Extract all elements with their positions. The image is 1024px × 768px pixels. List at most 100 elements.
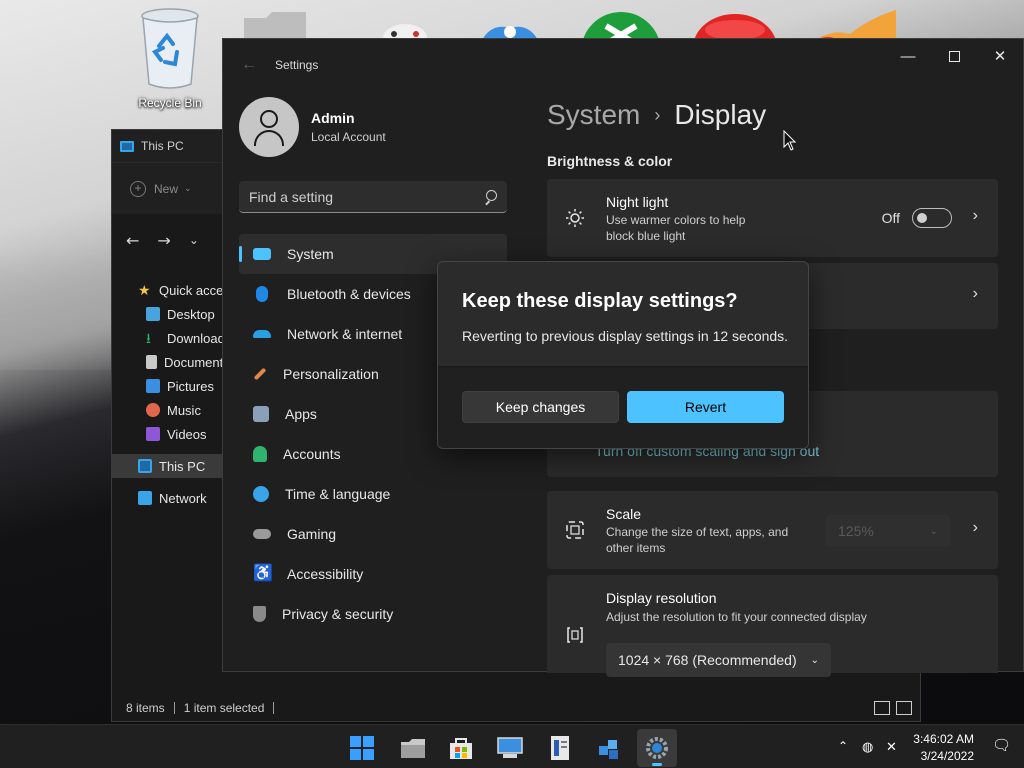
notification-icon[interactable]: 🗨 [992, 736, 1011, 754]
windows-logo-icon [350, 736, 374, 760]
shield-icon [253, 606, 266, 622]
nav-music[interactable]: Music [112, 398, 222, 422]
large-icons-view-icon[interactable] [896, 701, 912, 715]
sidebar-item-privacy[interactable]: Privacy & security [239, 594, 507, 634]
new-button[interactable]: New [154, 182, 178, 196]
scale-card[interactable]: Scale Change the size of text, apps, and… [547, 491, 998, 569]
close-button[interactable]: ✕ [977, 39, 1023, 73]
gear-icon [646, 737, 668, 759]
folder-icon [401, 739, 425, 758]
settings-taskbar-button[interactable] [637, 729, 677, 767]
bluetooth-icon [256, 286, 268, 302]
person-icon [253, 446, 267, 462]
user-name: Admin [311, 110, 355, 126]
status-divider [273, 702, 275, 714]
settings-search-input[interactable] [249, 188, 484, 205]
sidebar-item-accessibility[interactable]: ♿ Accessibility [239, 554, 507, 594]
explorer-status-bar: 8 items 1 item selected [112, 695, 920, 721]
notebook-icon [551, 736, 569, 760]
section-title: Brightness & color [547, 153, 673, 169]
sidebar-item-label: Network & internet [287, 326, 403, 342]
account-type: Local Account [311, 130, 386, 144]
night-light-title: Night light [606, 194, 669, 210]
show-hidden-icons-chevron-icon[interactable]: ⌃ [838, 739, 848, 753]
globe-network-icon[interactable]: ◍ [862, 739, 873, 755]
breadcrumb: System › Display [547, 99, 766, 131]
taskbar-clock[interactable]: 3:46:02 AM 3/24/2022 [913, 731, 974, 765]
back-arrow-icon[interactable]: ← [126, 231, 139, 250]
nav-documents[interactable]: Documents [112, 350, 222, 374]
nav-network[interactable]: Network [112, 486, 222, 510]
night-light-card[interactable]: Night light Use warmer colors to help bl… [547, 179, 998, 257]
breadcrumb-parent[interactable]: System [547, 99, 640, 131]
clock-time: 3:46:02 AM [913, 732, 974, 746]
status-divider [173, 702, 175, 714]
minimize-button[interactable]: — [885, 39, 931, 73]
maximize-button[interactable] [931, 39, 977, 73]
night-light-subtitle-line1: Use warmer colors to help [606, 213, 746, 227]
settings-search-box[interactable] [239, 181, 507, 213]
nav-downloads[interactable]: ⭳ Downloads [112, 326, 222, 350]
display-resolution-card[interactable]: Display resolution Adjust the resolution… [547, 575, 998, 677]
scale-dropdown[interactable]: 125% ⌄ [826, 515, 950, 547]
remote-desktop-taskbar-button[interactable] [490, 729, 530, 767]
details-view-icon[interactable] [874, 701, 890, 715]
start-button[interactable] [342, 729, 382, 767]
scale-icon [565, 520, 585, 540]
nav-label: This PC [159, 458, 206, 474]
system-icon [253, 248, 271, 260]
settings-titlebar[interactable]: ← Settings — ✕ [223, 39, 1023, 91]
sidebar-item-time-language[interactable]: Time & language [239, 474, 507, 514]
maximize-icon [948, 50, 960, 62]
brush-icon [253, 367, 267, 381]
chevron-right-icon: › [972, 207, 978, 224]
night-light-toggle[interactable] [912, 208, 952, 228]
cube-app-taskbar-button[interactable] [589, 729, 629, 767]
nav-pictures[interactable]: Pictures [112, 374, 222, 398]
keep-display-settings-dialog[interactable]: Keep these display settings? Reverting t… [437, 261, 809, 449]
item-count: 8 items [126, 701, 165, 715]
resolution-value: 1024 × 768 (Recommended) [618, 652, 797, 668]
night-light-state: Off [881, 210, 900, 226]
sidebar-item-gaming[interactable]: Gaming [239, 514, 507, 554]
file-explorer-taskbar-button[interactable] [393, 729, 433, 767]
resolution-icon [565, 625, 585, 645]
documents-taskbar-button[interactable] [540, 729, 580, 767]
accessibility-icon: ♿ [253, 565, 273, 582]
download-arrow-icon: ⭳ [146, 330, 151, 346]
nav-label: Downloads [167, 330, 222, 346]
recycle-bin-desktop-icon[interactable]: Recycle Bin [128, 6, 212, 110]
revert-button[interactable]: Revert [627, 391, 784, 423]
user-profile[interactable]: Admin Local Account [239, 97, 386, 157]
chevron-down-icon: ⌄ [810, 654, 819, 666]
controller-icon [253, 529, 271, 539]
volume-muted-icon[interactable]: ✕ [886, 739, 897, 755]
forward-arrow-icon[interactable]: → [157, 231, 170, 250]
resolution-dropdown[interactable]: 1024 × 768 (Recommended) ⌄ [606, 643, 831, 677]
back-arrow-icon[interactable]: ← [241, 56, 257, 74]
sidebar-item-label: Apps [285, 406, 317, 422]
explorer-title: This PC [141, 139, 184, 153]
sidebar-item-label: System [287, 246, 334, 262]
apps-icon [253, 406, 269, 422]
wifi-icon [253, 330, 271, 338]
avatar [239, 97, 299, 157]
minimize-icon: — [900, 47, 916, 65]
nav-label: Music [167, 402, 201, 418]
breadcrumb-chevron-icon: › [654, 104, 661, 125]
nav-quick-access[interactable]: ★ Quick access [112, 278, 222, 302]
store-taskbar-button[interactable] [441, 729, 481, 767]
scale-value: 125% [838, 523, 874, 539]
recent-locations-chevron-icon[interactable]: ⌄ [189, 233, 199, 247]
nav-desktop[interactable]: Desktop [112, 302, 222, 326]
search-icon[interactable] [484, 190, 497, 203]
sidebar-item-label: Time & language [285, 486, 391, 502]
keep-changes-button[interactable]: Keep changes [462, 391, 619, 423]
sun-icon [565, 208, 585, 228]
nav-videos[interactable]: Videos [112, 422, 222, 446]
nav-label: Quick access [159, 282, 222, 298]
scale-subtitle-line1: Change the size of text, apps, and [606, 525, 789, 539]
this-pc-icon [138, 459, 152, 473]
store-bag-icon [450, 738, 472, 759]
settings-window-title: Settings [275, 58, 319, 72]
